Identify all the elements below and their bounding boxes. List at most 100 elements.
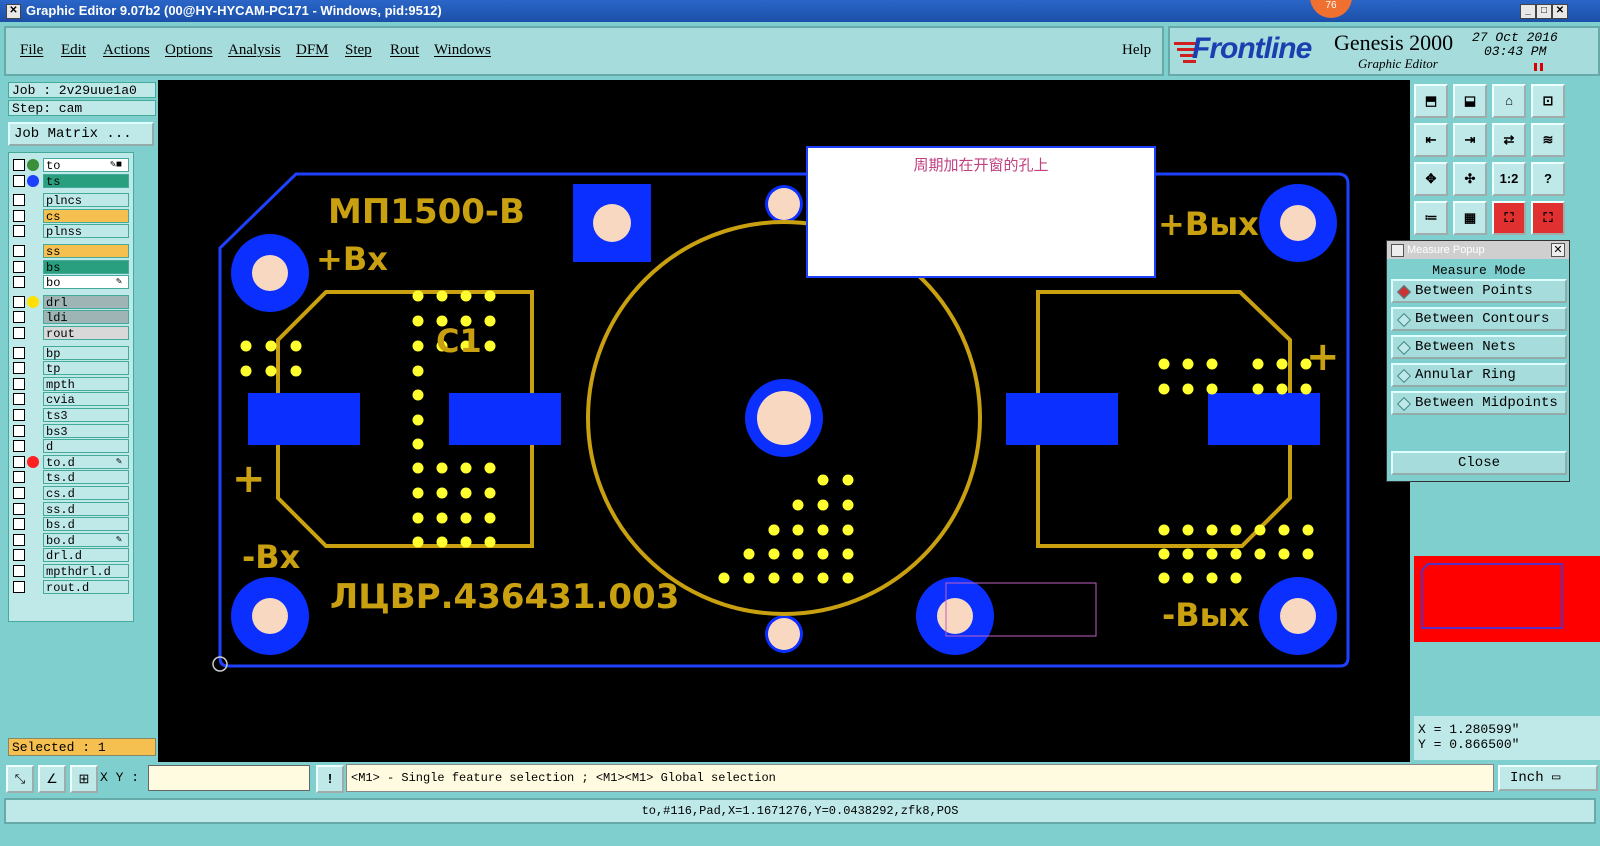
measure-option-between-points[interactable]: Between Points [1391,279,1567,303]
layer-checkbox[interactable] [13,455,25,468]
layer-row-mpthdrl-d[interactable]: mpthdrl.d [9,563,133,579]
layer-name[interactable]: d [43,439,129,454]
layer-name[interactable]: bo ✎ [43,275,129,290]
menu-actions[interactable]: Actions [103,42,150,59]
swap-icon[interactable]: ⇄ [1492,123,1526,157]
app-icon[interactable]: ✕ [6,4,21,19]
smd-pad[interactable] [248,393,360,445]
layer-row-ss[interactable]: ss [9,243,133,259]
minimize-button[interactable]: _ [1520,4,1536,19]
layer-row-d[interactable]: d [9,438,133,454]
layer-row-bo-d[interactable]: bo.d ✎ [9,532,133,548]
layer-name[interactable]: bp [43,345,129,361]
layer-checkbox[interactable] [13,276,25,289]
layer-row-tp[interactable]: tp [9,360,133,376]
layer-checkbox[interactable] [13,487,25,499]
alert-button[interactable]: ! [316,765,344,793]
pcb-drawing[interactable]: МП1500-В C1 +Вх -Вх ЛЦВР.436431.003 +Вых -Вых +… [158,80,1410,762]
layer-name[interactable]: bs [43,259,129,275]
snap-tool-icon[interactable]: ∠ [38,765,66,793]
layer-checkbox[interactable] [13,225,25,238]
window-icon[interactable]: ⊡ [1531,84,1565,118]
layer-checkbox[interactable] [13,174,25,187]
menu-analysis[interactable]: Analysis [228,42,281,59]
smd-pad[interactable] [1208,393,1320,445]
layer-row-bs3[interactable]: bs3 [9,423,133,439]
menu-dfm[interactable]: DFM [296,42,329,59]
radio-diamond-icon[interactable] [1396,396,1412,412]
layer-color-dot[interactable] [27,295,39,308]
layers-icon[interactable]: ≋ [1531,123,1565,157]
layer-row-drl-d[interactable]: drl.d [9,547,133,563]
layer-row-bs-d[interactable]: bs.d [9,516,133,532]
maximize-button[interactable]: □ [1536,4,1552,19]
layer-row-cs[interactable]: cs [9,208,133,224]
layer-checkbox[interactable] [13,424,25,437]
layer-checkbox[interactable] [13,471,25,484]
radio-diamond-icon[interactable] [1396,312,1412,328]
layer-row-ts-d[interactable]: ts.d [9,469,133,485]
open-icon[interactable]: ⬒ [1414,84,1448,118]
layer-row-ts[interactable]: ts [9,173,133,189]
layer-name[interactable]: mpth [43,376,129,392]
layer-row-rout-d[interactable]: rout.d [9,579,133,595]
layer-row-ts3[interactable]: ts3 [9,407,133,423]
layer-row-mpth[interactable]: mpth [9,376,133,392]
layer-name[interactable]: mpthdrl.d [43,564,129,579]
layer-name[interactable]: bs3 [43,423,129,439]
layer-name[interactable]: ldi [43,310,129,325]
home-icon[interactable]: ⌂ [1492,84,1526,118]
layer-checkbox[interactable] [13,518,25,531]
layer-checkbox[interactable] [13,295,25,308]
radio-diamond-icon[interactable] [1396,340,1412,356]
menu-file[interactable]: File [20,42,43,59]
layer-row-drl[interactable]: drl [9,294,133,310]
measure-option-between-contours[interactable]: Between Contours [1391,307,1567,331]
layer-checkbox[interactable] [13,565,25,577]
layer-name[interactable]: ss.d [43,501,129,517]
menu-edit[interactable]: Edit [61,42,86,59]
layer-checkbox[interactable] [13,409,25,421]
layer-color-dot[interactable] [27,159,39,171]
xy-input[interactable] [148,765,310,791]
layer-name[interactable]: cs.d [43,486,129,501]
smd-pad[interactable] [449,393,561,445]
layer-checkbox[interactable] [13,327,25,339]
layer-name[interactable]: cs [43,208,129,224]
measure-popup-titlebar[interactable]: Measure Popup ✕ [1387,241,1569,259]
layer-name[interactable]: ts.d [43,470,129,485]
layer-row-bs[interactable]: bs [9,259,133,275]
layer-checkbox[interactable] [13,580,25,593]
zoom-tool-icon[interactable]: ⤡ [6,765,34,793]
layer-checkbox[interactable] [13,260,25,273]
layer-checkbox[interactable] [13,245,25,257]
layer-checkbox[interactable] [13,209,25,222]
scale-icon[interactable]: 1:2 [1492,162,1526,196]
layer-checkbox[interactable] [13,159,25,171]
fit-icon[interactable]: ✥ [1414,162,1448,196]
route-icon[interactable]: ⛶ [1492,201,1526,235]
center-icon[interactable]: ✣ [1453,162,1487,196]
menu-help[interactable]: Help [1122,42,1151,59]
layer-row-bp[interactable]: bp [9,345,133,361]
close-window-button[interactable]: ✕ [1552,4,1568,19]
layer-name[interactable]: drl [43,294,129,310]
layer-color-dot[interactable] [27,455,39,468]
layer-row-plncs[interactable]: plncs [9,192,133,208]
menu-options[interactable]: Options [165,42,213,59]
layer-checkbox[interactable] [13,362,25,375]
smd-pad[interactable] [1006,393,1118,445]
radio-diamond-icon[interactable] [1396,368,1412,384]
job-matrix-button[interactable]: Job Matrix ... [8,122,154,146]
layer-row-to-d[interactable]: to.d ✎ [9,454,133,470]
layer-checkbox[interactable] [13,311,25,324]
layer-name[interactable]: to ✎■ [43,158,129,173]
popup-close-icon[interactable]: ✕ [1551,243,1565,257]
layer-name[interactable]: to.d ✎ [43,454,129,470]
measure-option-between-midpoints[interactable]: Between Midpoints [1391,391,1567,415]
layer-row-rout[interactable]: rout [9,325,133,341]
layer-name[interactable]: ss [43,244,129,259]
layer-checkbox[interactable] [13,549,25,562]
layer-name[interactable]: cvia [43,392,129,407]
layer-checkbox[interactable] [13,194,25,207]
